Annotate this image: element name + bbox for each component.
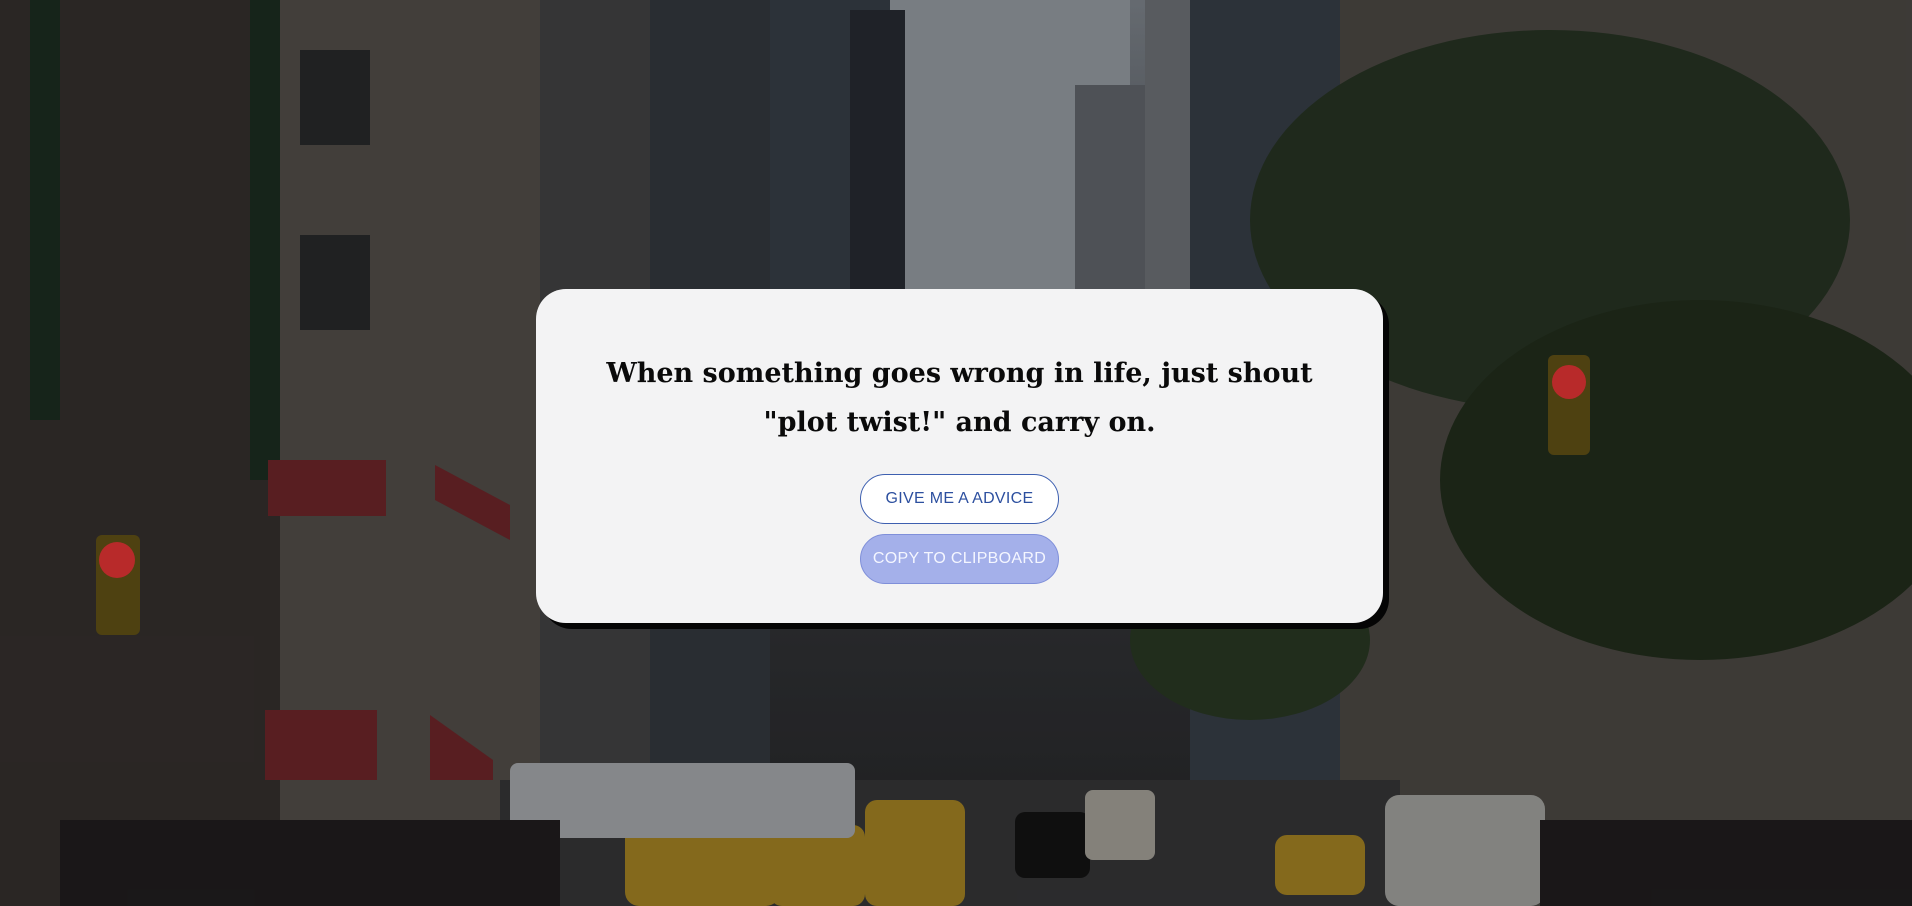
advice-card: When something goes wrong in life, just …	[536, 289, 1383, 623]
advice-quote: When something goes wrong in life, just …	[606, 358, 1313, 438]
give-advice-button[interactable]: GIVE ME A ADVICE	[860, 474, 1059, 524]
copy-to-clipboard-button[interactable]: COPY TO CLIPBOARD	[860, 534, 1059, 584]
